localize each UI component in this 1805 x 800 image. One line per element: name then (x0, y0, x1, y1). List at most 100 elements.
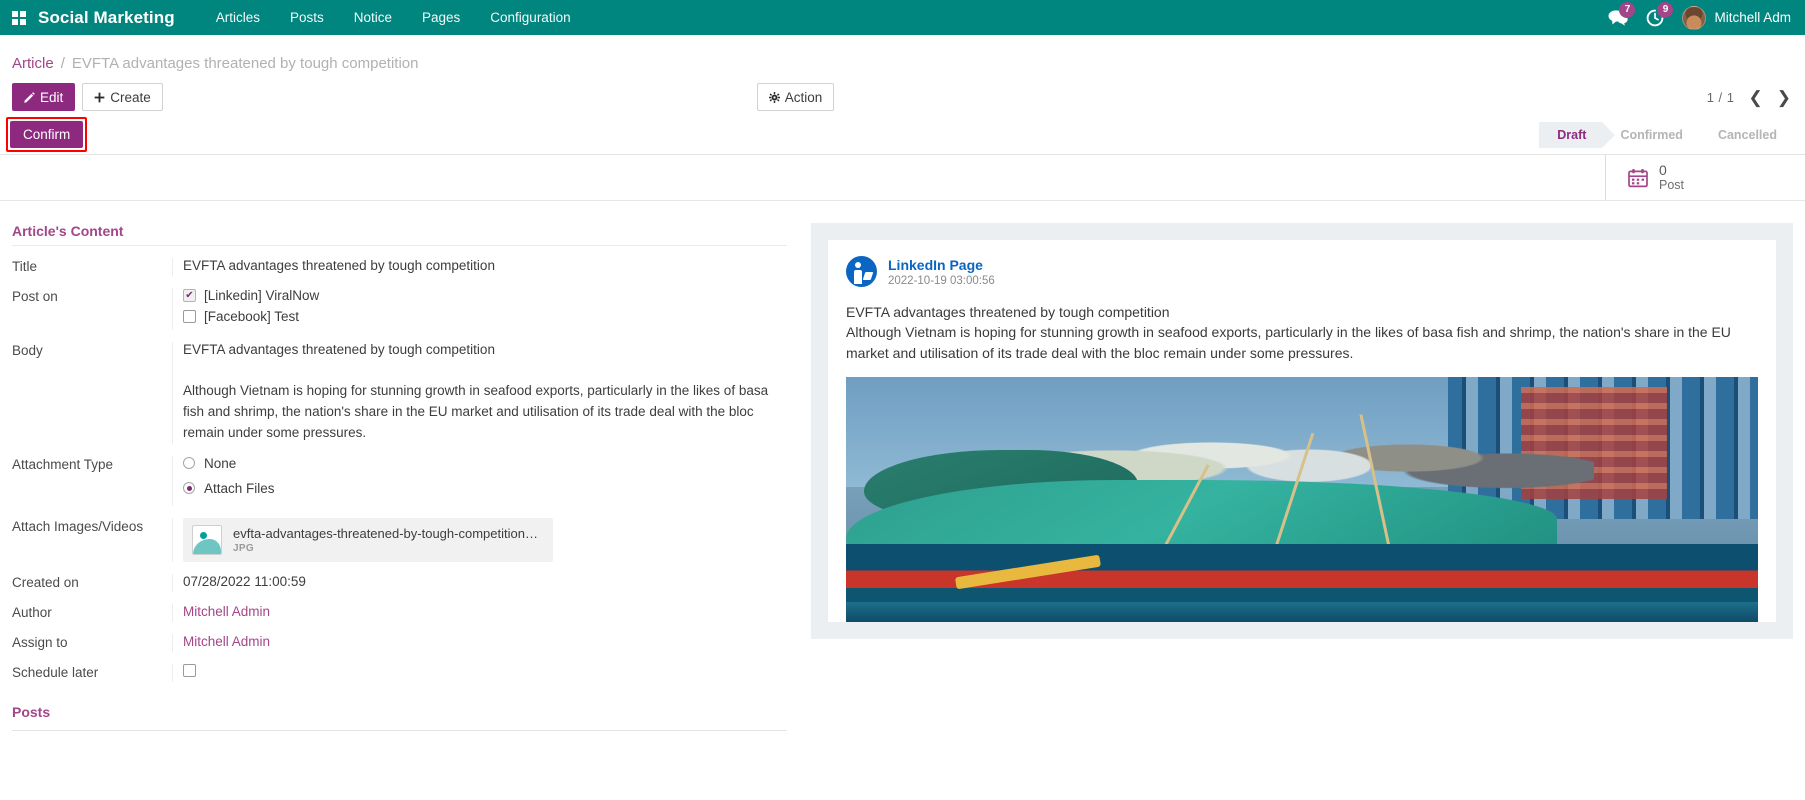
attachment-chip[interactable]: evfta-advantages-threatened-by-tough-com… (183, 518, 553, 562)
preview-page-name[interactable]: LinkedIn Page (888, 257, 995, 273)
preview-post-line1: EVFTA advantages threatened by tough com… (846, 302, 1758, 322)
plus-icon (94, 92, 105, 103)
status-cancelled[interactable]: Cancelled (1700, 122, 1793, 148)
attachment-filename: evfta-advantages-threatened-by-tough-com… (233, 526, 539, 541)
menu-item-articles[interactable]: Articles (201, 0, 275, 35)
field-schedule-later-value (172, 664, 787, 682)
field-post-on: Post on [Linkedin] ViralNow [Facebook] T… (12, 288, 787, 330)
stat-button-text: 0 Post (1659, 162, 1684, 192)
sheet-body: Article's Content Title EVFTA advantages… (0, 201, 1805, 731)
breadcrumb-separator: / (61, 55, 65, 72)
status-draft[interactable]: Draft (1539, 122, 1602, 148)
attachment-type-option-none[interactable]: None (183, 456, 787, 471)
edit-button-label: Edit (40, 90, 63, 105)
field-attach-media-value: evfta-advantages-threatened-by-tough-com… (172, 518, 787, 562)
field-author-label: Author (12, 604, 172, 620)
stat-post-label: Post (1659, 178, 1684, 192)
app-brand-title[interactable]: Social Marketing (38, 8, 175, 28)
pager-count: 1 / 1 (1707, 90, 1735, 105)
post-on-option-facebook[interactable]: [Facebook] Test (183, 309, 787, 324)
record-pager: 1 / 1 ❮ ❯ (1707, 89, 1793, 106)
control-panel-buttons: Edit Create (0, 79, 1805, 115)
attachment-extension: JPG (233, 543, 539, 554)
breadcrumb-root-link[interactable]: Article (12, 55, 54, 72)
linkedin-icon (846, 256, 877, 287)
field-attach-media: Attach Images/Videos evfta-advantages-th… (12, 518, 787, 562)
activities-badge: 9 (1657, 2, 1673, 18)
attachment-meta: evfta-advantages-threatened-by-tough-com… (233, 526, 539, 554)
field-title-value[interactable]: EVFTA advantages threatened by tough com… (172, 258, 787, 276)
preview-frame: LinkedIn Page 2022-10-19 03:00:56 EVFTA … (811, 223, 1793, 639)
stat-button-post[interactable]: 0 Post (1605, 155, 1805, 200)
author-link[interactable]: Mitchell Admin (183, 604, 270, 619)
posts-section-divider (12, 730, 787, 731)
stat-post-value: 0 (1659, 162, 1684, 178)
chevron-right-icon[interactable]: ❯ (1777, 89, 1791, 106)
messages-icon[interactable]: 7 (1608, 9, 1628, 26)
action-button-wrapper: Action (757, 83, 835, 111)
attachment-type-option-attach-files[interactable]: Attach Files (183, 481, 787, 496)
statusbar-row: Confirm Draft Confirmed Cancelled (0, 115, 1805, 155)
radio-none[interactable] (183, 457, 195, 469)
preview-timestamp: 2022-10-19 03:00:56 (888, 275, 995, 287)
pencil-icon (24, 92, 35, 103)
checkbox-facebook-test[interactable] (183, 310, 196, 323)
user-name-label: Mitchell Adm (1714, 10, 1791, 25)
user-menu[interactable]: Mitchell Adm (1682, 6, 1791, 30)
field-attachment-type: Attachment Type None Attach Files (12, 456, 787, 506)
navbar-right-cluster: 7 9 Mitchell Adm (1608, 6, 1795, 30)
body-heading-text: EVFTA advantages threatened by tough com… (183, 342, 787, 357)
action-button-label: Action (785, 90, 823, 105)
preview-column: LinkedIn Page 2022-10-19 03:00:56 EVFTA … (787, 223, 1793, 731)
create-button-label: Create (110, 90, 151, 105)
field-assign-to-value: Mitchell Admin (172, 634, 787, 652)
status-confirmed[interactable]: Confirmed (1602, 122, 1699, 148)
confirm-button[interactable]: Confirm (10, 121, 83, 148)
field-body-value[interactable]: EVFTA advantages threatened by tough com… (172, 342, 787, 444)
group-title-article-content: Article's Content (12, 223, 787, 246)
apps-grid-icon[interactable] (12, 11, 26, 25)
confirm-button-highlight: Confirm (6, 117, 87, 152)
create-button[interactable]: Create (82, 83, 163, 111)
activity-clock-icon[interactable]: 9 (1646, 9, 1664, 27)
field-post-on-label: Post on (12, 288, 172, 304)
field-assign-to-label: Assign to (12, 634, 172, 650)
statusbar: Draft Confirmed Cancelled (1539, 122, 1793, 148)
post-on-option-linkedin[interactable]: [Linkedin] ViralNow (183, 288, 787, 303)
breadcrumb-current-record: EVFTA advantages threatened by tough com… (72, 55, 419, 72)
preview-card: LinkedIn Page 2022-10-19 03:00:56 EVFTA … (828, 240, 1776, 622)
assign-to-link[interactable]: Mitchell Admin (183, 634, 270, 649)
post-on-option-linkedin-label: [Linkedin] ViralNow (204, 288, 319, 303)
stat-button-row: 0 Post (0, 155, 1805, 201)
field-schedule-later: Schedule later (12, 664, 787, 682)
field-created-on-label: Created on (12, 574, 172, 590)
breadcrumb: Article / EVFTA advantages threatened by… (0, 47, 1805, 79)
field-author-value: Mitchell Admin (172, 604, 787, 622)
action-button[interactable]: Action (757, 83, 835, 111)
form-column: Article's Content Title EVFTA advantages… (12, 223, 787, 731)
checkbox-schedule-later[interactable] (183, 664, 196, 677)
calendar-icon (1628, 168, 1648, 188)
edit-button[interactable]: Edit (12, 83, 75, 111)
chevron-left-icon[interactable]: ❮ (1749, 89, 1763, 106)
radio-attach-files[interactable] (183, 482, 195, 494)
form-sheet: 0 Post Article's Content Title EVFTA adv… (0, 155, 1805, 731)
attachment-type-option-none-label: None (204, 456, 236, 471)
menu-item-pages[interactable]: Pages (407, 0, 475, 35)
preview-post-line2: Although Vietnam is hoping for stunning … (846, 322, 1758, 363)
top-navbar: Social Marketing Articles Posts Notice P… (0, 0, 1805, 35)
field-created-on-value: 07/28/2022 11:00:59 (172, 574, 787, 592)
attachment-type-option-attach-files-label: Attach Files (204, 481, 275, 496)
menu-item-notice[interactable]: Notice (339, 0, 407, 35)
preview-identity: LinkedIn Page 2022-10-19 03:00:56 (888, 257, 995, 287)
menu-item-posts[interactable]: Posts (275, 0, 339, 35)
post-on-option-facebook-label: [Facebook] Test (204, 309, 299, 324)
checkbox-linkedin-viralnow[interactable] (183, 289, 196, 302)
field-title: Title EVFTA advantages threatened by tou… (12, 258, 787, 276)
field-body: Body EVFTA advantages threatened by toug… (12, 342, 787, 444)
menu-item-configuration[interactable]: Configuration (475, 0, 585, 35)
field-attachment-type-value: None Attach Files (172, 456, 787, 506)
preview-header: LinkedIn Page 2022-10-19 03:00:56 (846, 256, 1758, 287)
field-author: Author Mitchell Admin (12, 604, 787, 622)
body-paragraph-text: Although Vietnam is hoping for stunning … (183, 381, 783, 444)
